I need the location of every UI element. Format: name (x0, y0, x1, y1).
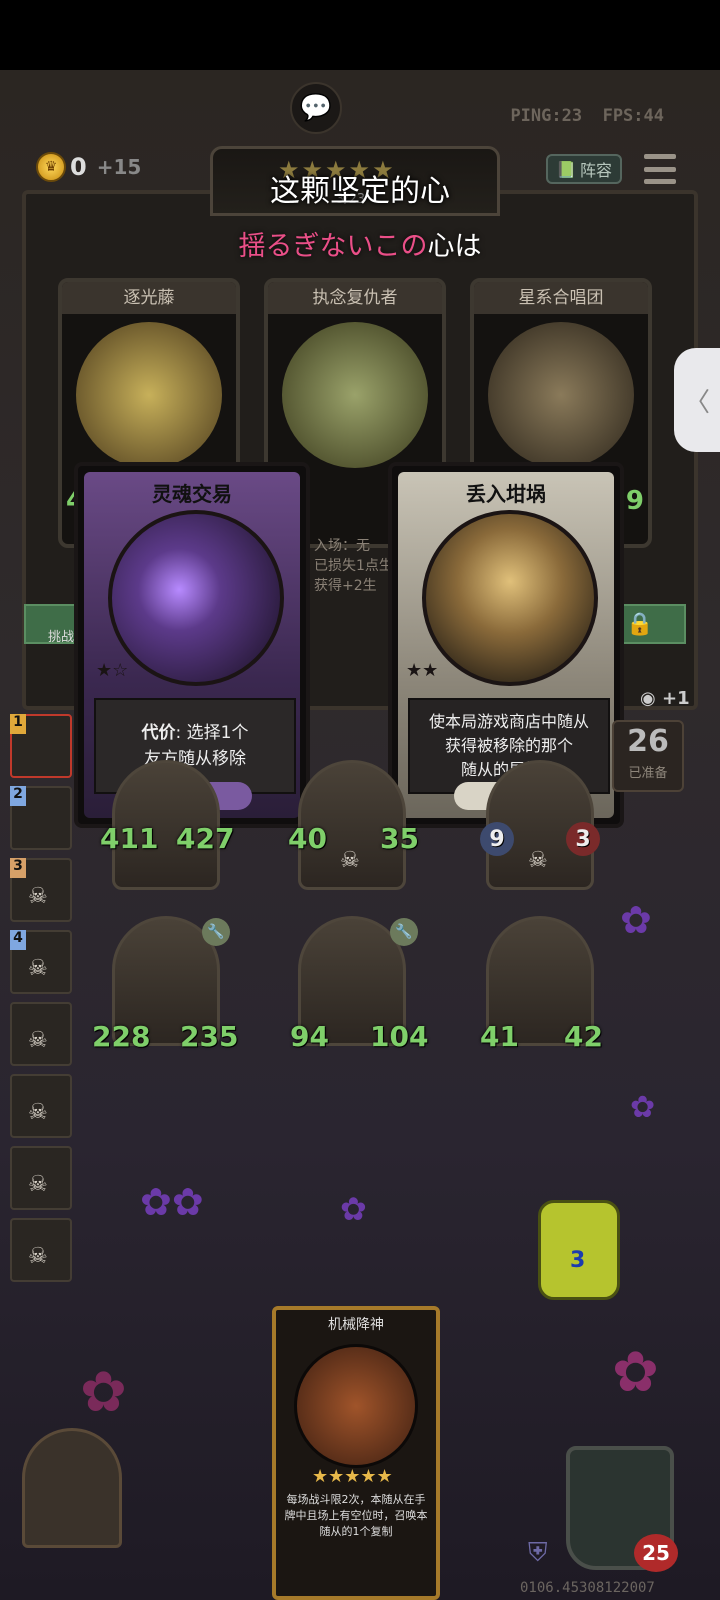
minion-attack: 94 (290, 1020, 329, 1053)
skull-icon: ☠ (28, 1100, 48, 1125)
skull-icon: ☠ (340, 848, 360, 873)
shop-card-text-line: 入场：无 (314, 538, 370, 554)
player-rank: 4 (10, 930, 26, 950)
chevron-left-icon: 〈 (683, 387, 710, 418)
player-slot-7[interactable]: ☠ (10, 1146, 72, 1210)
shop-card-portrait (282, 322, 428, 468)
hand-card[interactable]: 机械降神 ★★★★★ 每场战斗限2次，本随从在手牌中且场上有空位时，召唤本随从的… (272, 1306, 440, 1600)
fps-text: FPS:44 (602, 106, 664, 126)
alchemist-portrait (422, 510, 598, 686)
rose-decoration: ✿ (80, 1360, 127, 1425)
minion-health: 235 (180, 1020, 239, 1053)
minion-health: 35 (380, 822, 419, 855)
desc-line: : 选择1个 (175, 723, 249, 743)
coords-readout: 0106.45308122007 (520, 1580, 655, 1596)
ready-label: 已准备 (628, 766, 668, 781)
player-rank: 3 (10, 858, 26, 878)
cost-keyword: 代价 (141, 723, 176, 743)
refresh-counter: ◉ +1 (640, 688, 690, 709)
rose-decoration: ✿ (630, 1090, 656, 1125)
choice-card-name: 丢入坩埚 (466, 482, 546, 506)
hand-card-tier-stars: ★★★★★ (312, 1466, 393, 1487)
minion-attack: 40 (288, 822, 327, 855)
subtitle-japanese: 揺るぎないこの心は (0, 224, 720, 263)
minion-health: 3 (566, 822, 600, 856)
player-slot-3[interactable]: 3 ☠ (10, 858, 72, 922)
hand-card-name: 机械降神 (328, 1317, 384, 1333)
player-slot-2[interactable]: 2 (10, 786, 72, 850)
lock-icon: 🔒 (626, 612, 654, 637)
hand-card-description: 每场战斗限2次，本随从在手牌中且场上有空位时，召唤本随从的1个复制 (284, 1493, 428, 1538)
player-slot-6[interactable]: ☠ (10, 1074, 72, 1138)
hand-card-portrait (294, 1344, 418, 1468)
shield-icon: ⛨ (528, 1538, 548, 1568)
skull-icon: ☠ (528, 848, 548, 873)
minion-attack: 41 (480, 1020, 519, 1053)
rose-decoration: ✿ (612, 1340, 659, 1405)
shop-card-text-line: 获得+2生 (314, 578, 377, 594)
subtitle-japanese-rest: 心は (427, 231, 482, 262)
rose-decoration: ✿✿ (140, 1180, 204, 1224)
ready-counter: 26 已准备 (612, 720, 684, 792)
skull-icon: ☠ (28, 956, 48, 981)
minion-attack: 228 (92, 1020, 151, 1053)
rose-decoration: ✿ (620, 898, 652, 942)
challenge-label: 挑战 (48, 630, 75, 645)
shop-card-name: 执念复仇者 (268, 282, 442, 314)
shop-card-name: 逐光藤 (62, 282, 236, 314)
network-info: PING:23 FPS:44 (510, 106, 664, 126)
ping-text: PING:23 (510, 106, 583, 126)
subtitle-chinese: 这颗坚定的心 (270, 174, 450, 209)
minion-attack: 9 (480, 822, 514, 856)
witch-portrait (108, 510, 284, 686)
wrench-icon: 🔧 (390, 918, 418, 946)
skull-icon: ☠ (28, 1244, 48, 1269)
minion-attack: 411 (100, 822, 159, 855)
shop-card-stat: 9 (625, 486, 644, 516)
desc-line: 获得被移除的那个 (444, 736, 573, 755)
player-slot-5[interactable]: ☠ (10, 1002, 72, 1066)
minion-health: 42 (564, 1020, 603, 1053)
shop-card-portrait (76, 322, 222, 468)
player-slot-4[interactable]: 4 ☠ (10, 930, 72, 994)
skull-icon: ☠ (28, 1028, 48, 1053)
desc-line: 使本局游戏商店中随从 (428, 712, 589, 731)
player-rank: 2 (10, 786, 26, 806)
choice-card-name: 灵魂交易 (152, 482, 232, 506)
minion-health: 104 (370, 1020, 429, 1053)
player-slot-1[interactable]: 1 (10, 714, 72, 778)
player-rank: 1 (10, 714, 26, 734)
chat-button[interactable]: 💬 (290, 82, 342, 134)
ready-count: 26 (627, 724, 669, 759)
eye-icon: ◉ (640, 688, 656, 709)
shop-card-text-line: 已损失1点生 (314, 558, 393, 574)
tavern-shop-icon[interactable] (22, 1428, 122, 1548)
chat-bubble-icon: 💬 (299, 93, 333, 123)
star-decoration-icon: ★☆ (96, 660, 129, 681)
star-decoration-icon: ★★ (406, 660, 439, 681)
shop-card-name: 星系合唱团 (474, 282, 648, 314)
minion-health: 427 (176, 822, 235, 855)
mascot-number: 3 (570, 1248, 586, 1273)
skull-icon: ☠ (28, 884, 48, 909)
shop-card-2-text: 入场：无 已损失1点生 获得+2生 (314, 536, 393, 596)
hero-health: 25 (634, 1534, 678, 1572)
skull-icon: ☠ (28, 1172, 48, 1197)
game-stage: ★★★★★ 3/23 💬 PING:23 FPS:44 ♛ 0 +15 📗 阵容… (0, 70, 720, 1600)
subtitle-japanese-highlight: 揺るぎないこの (238, 231, 428, 262)
player-slot-8[interactable]: ☠ (10, 1218, 72, 1282)
refresh-plus-value: +1 (662, 688, 690, 709)
rose-decoration: ✿ (340, 1190, 367, 1228)
shop-card-portrait (488, 322, 634, 468)
status-bar (0, 0, 720, 70)
wrench-icon: 🔧 (202, 918, 230, 946)
side-drawer-handle[interactable]: 〈 (674, 348, 720, 452)
